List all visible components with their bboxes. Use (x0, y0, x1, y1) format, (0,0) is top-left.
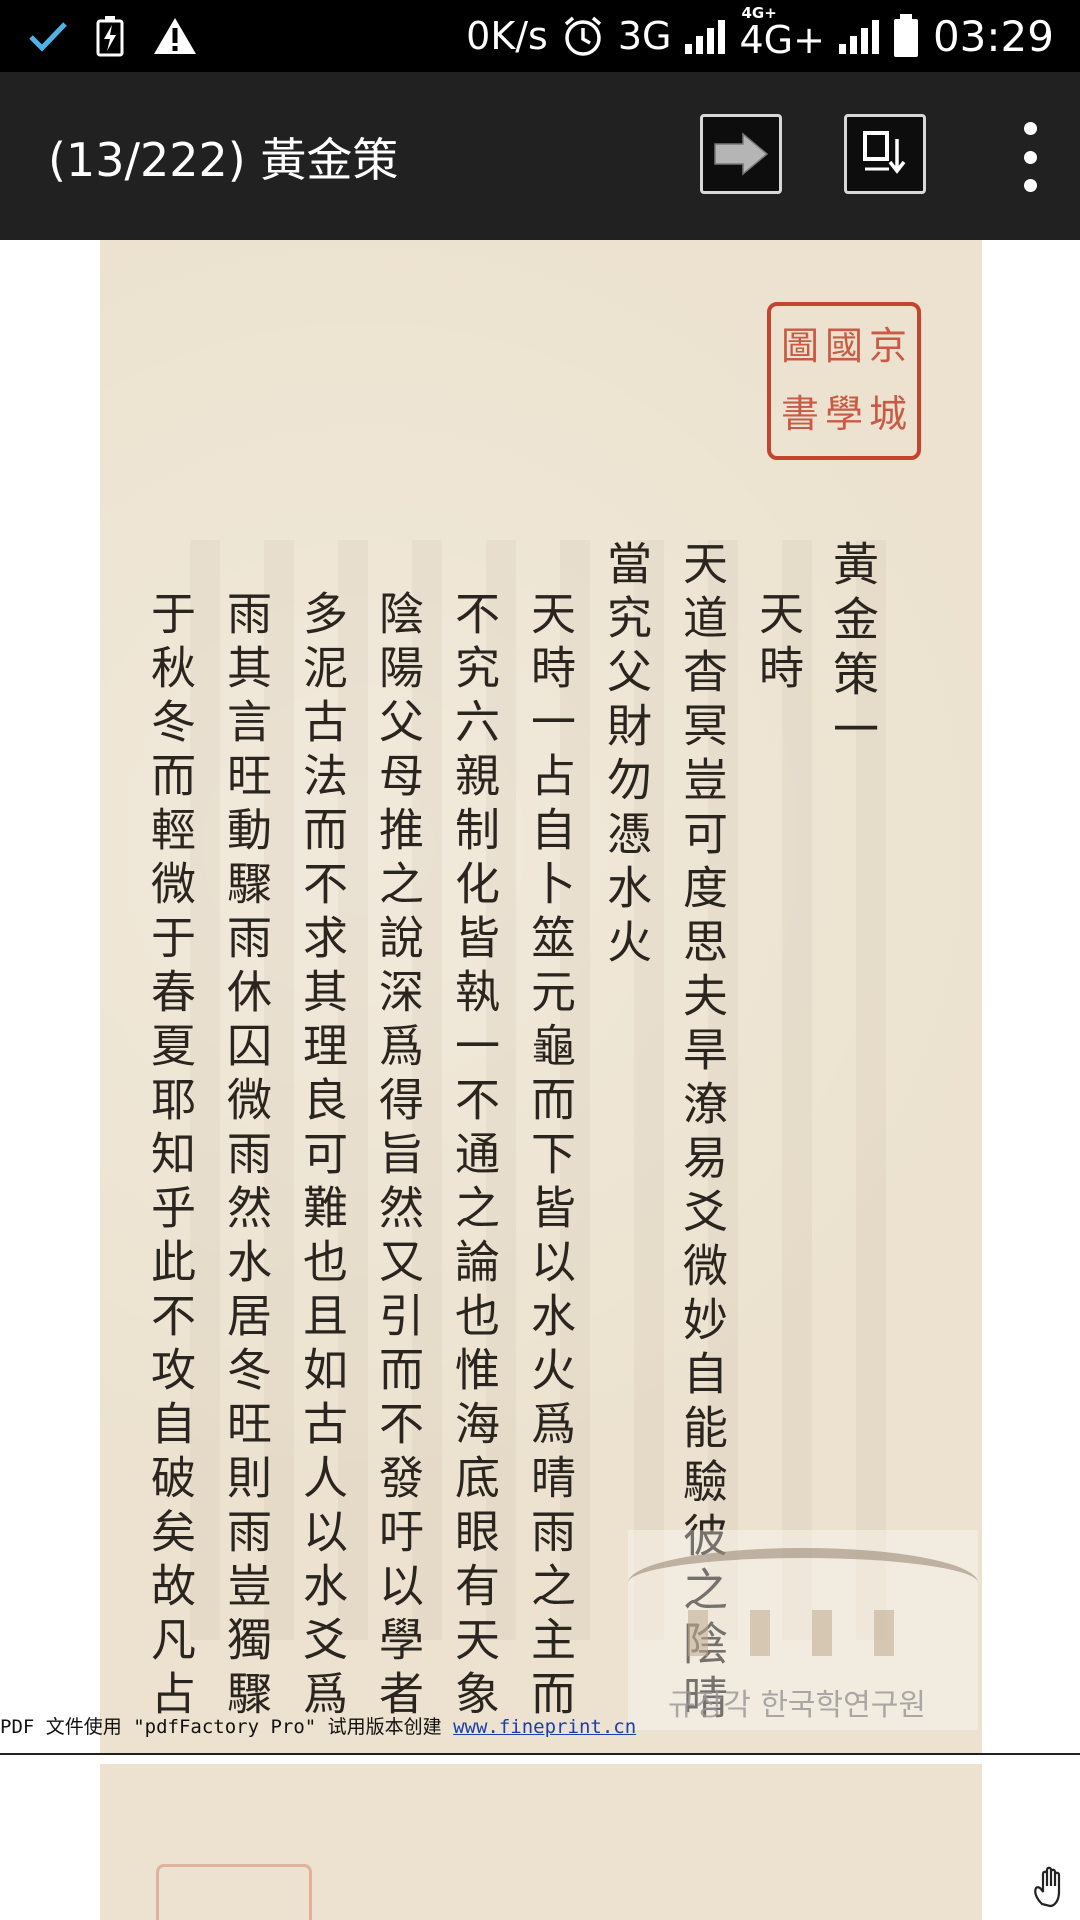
text-column: 天時一占自卜筮元龜而下皆以水火爲晴雨之主而 (523, 590, 576, 1724)
next-document-page (100, 1764, 982, 1920)
status-bar-left (28, 10, 198, 62)
next-page-button[interactable] (700, 114, 782, 194)
archive-watermark: 규장각 한국학연구원 (628, 1530, 978, 1730)
page-title: (13/222) 黃金策 (48, 133, 399, 187)
app-bar: (13/222) 黃金策 (0, 72, 1080, 240)
save-page-button[interactable] (844, 114, 926, 194)
check-icon (29, 22, 67, 52)
next-arrow-icon (714, 132, 769, 176)
pdf-creator-note: PDF 文件使用 "pdfFactory Pro" 试用版本创建 www.fin… (0, 1712, 636, 1742)
page-separator (0, 1753, 1080, 1755)
network-4g-badge: 4G+ (741, 4, 777, 22)
alarm-icon (564, 16, 601, 56)
text-column: 于秋冬而輕微于春夏耶知乎此不攻自破矣故凡占 (143, 590, 196, 1724)
signal-icon (685, 18, 726, 54)
watermark-pillars-graphic (688, 1610, 894, 1656)
network-3g-label: 3G (617, 14, 672, 58)
text-column: 不究六親制化皆執一不通之論也惟海底眼有天象 (447, 590, 500, 1724)
battery-charging-icon (96, 16, 124, 57)
text-column: 多泥古法而不求其理良可難也且如古人以水爻爲 (295, 590, 348, 1724)
signal-icon (838, 18, 879, 54)
watermark-text: 규장각 한국학연구원 (668, 1688, 926, 1723)
network-4g-label: 4G+ (739, 18, 825, 62)
library-seal: 圖 國 京 書 學 城 (767, 302, 921, 460)
watermark-roof-graphic (628, 1548, 978, 1618)
document-page: 圖 國 京 書 學 城 黃金策一 天時 天道杳冥豈可度思夫旱潦易爻微妙自能驗彼之… (100, 240, 982, 1754)
network-4g-indicator: 4G+ 4G+ (739, 4, 825, 62)
battery-icon (893, 14, 918, 57)
pan-hand-icon[interactable] (1028, 1864, 1076, 1912)
library-seal-partial (156, 1864, 312, 1920)
clock: 03:29 (932, 11, 1054, 61)
net-speed: 0K/s (466, 14, 548, 58)
more-vert-icon (1023, 122, 1037, 135)
warning-icon (154, 18, 196, 54)
status-bar-right: 0K/s 3G 4G+ 4G+ 03:29 (466, 0, 1054, 72)
document-viewer[interactable]: 圖 國 京 書 學 城 黃金策一 天時 天道杳冥豈可度思夫旱潦易爻微妙自能驗彼之… (0, 240, 1080, 1920)
status-bar: 0K/s 3G 4G+ 4G+ 03:29 (0, 0, 1080, 72)
fineprint-link[interactable]: www.fineprint.cn (453, 1716, 636, 1738)
more-options-button[interactable] (1016, 122, 1044, 192)
pdf-note-text: PDF 文件使用 "pdfFactory Pro" 试用版本创建 (0, 1716, 454, 1738)
download-page-icon (863, 131, 906, 174)
text-column: 陰陽父母推之說深爲得旨然又引而不發吁以學者 (371, 590, 424, 1724)
text-column: 雨其言旺動驟雨休囚微雨然水居冬旺則雨豈獨驟 (219, 590, 272, 1724)
